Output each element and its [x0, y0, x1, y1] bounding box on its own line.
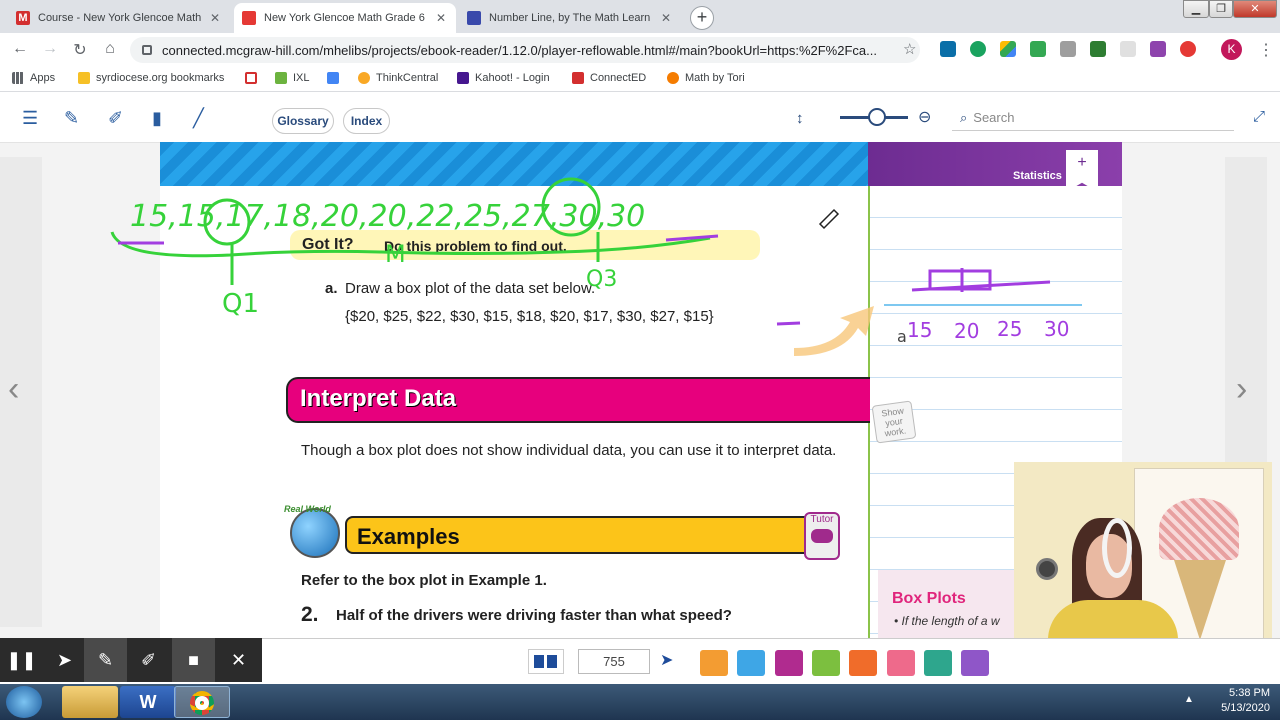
- grouping-bracket: [110, 231, 711, 258]
- go-to-page-icon[interactable]: ➤: [660, 650, 673, 670]
- chrome-taskbar-button[interactable]: [174, 686, 230, 718]
- chat-tool-icon[interactable]: [775, 650, 803, 676]
- median-label: M: [385, 240, 406, 268]
- check-tool-icon[interactable]: [849, 650, 877, 676]
- video-tool-icon[interactable]: [737, 650, 765, 676]
- close-toolbar-icon[interactable]: ✕: [217, 638, 260, 682]
- axis-label-15: 15: [907, 318, 932, 342]
- start-button[interactable]: [6, 686, 42, 718]
- page-view-icon: [534, 655, 558, 668]
- two-page-view-button[interactable]: [528, 649, 564, 674]
- ice-cream-drawing: [1159, 498, 1239, 560]
- webcam-overlay: [1014, 462, 1272, 654]
- annotation-toolbar: ❚❚ ➤ ✎ ✐ ■ ✕: [0, 638, 262, 682]
- camera-icon[interactable]: ■: [172, 638, 215, 682]
- worksheet-tool-icon[interactable]: [924, 650, 952, 676]
- underline-data-value: [776, 321, 801, 326]
- word-icon[interactable]: W: [120, 686, 176, 718]
- clock[interactable]: 5:38 PM 5/13/2020: [1190, 686, 1270, 716]
- clock-date: 5/13/2020: [1221, 702, 1270, 714]
- q1-label: Q1: [222, 289, 259, 319]
- highlighter-tool-icon[interactable]: ✐: [127, 638, 170, 682]
- more-tools-icon[interactable]: [961, 650, 989, 676]
- axis-label-20: 20: [954, 319, 979, 343]
- file-explorer-icon[interactable]: [62, 686, 118, 718]
- clock-time: 5:38 PM: [1229, 687, 1270, 699]
- pointer-icon[interactable]: ➤: [43, 638, 86, 682]
- q3-label: Q3: [586, 267, 617, 292]
- manipulatives-tool-icon[interactable]: [812, 650, 840, 676]
- notebook-item-letter: a: [897, 327, 907, 346]
- pen-tool-icon[interactable]: ✎: [84, 638, 127, 682]
- home-tool-icon[interactable]: [887, 650, 915, 676]
- glossary-tool-icon[interactable]: [700, 650, 728, 676]
- wall-clock: [1036, 558, 1058, 580]
- page-number-input[interactable]: 755: [578, 649, 650, 674]
- axis-label-30: 30: [1044, 317, 1069, 341]
- pause-icon[interactable]: ❚❚: [0, 638, 43, 682]
- chrome-icon: [190, 691, 214, 715]
- cone-drawing: [1174, 560, 1226, 640]
- pencil-cursor-icon: [818, 208, 840, 230]
- axis-label-25: 25: [997, 317, 1022, 341]
- headphones: [1102, 518, 1132, 578]
